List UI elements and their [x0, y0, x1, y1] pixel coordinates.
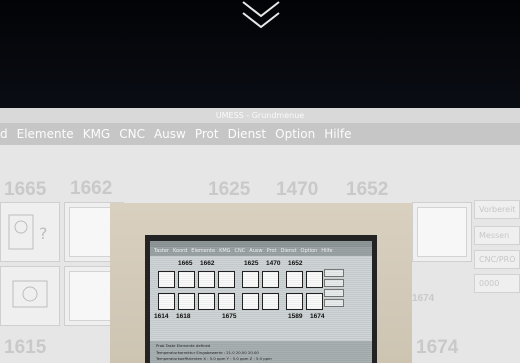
- bg-menu-item[interactable]: Option: [275, 127, 315, 141]
- screen-menu-item[interactable]: Prot: [267, 247, 277, 256]
- element-number: 1674: [412, 293, 435, 304]
- screen-element-number: 1614: [154, 313, 169, 320]
- screen-element-number: 1589: [288, 313, 303, 320]
- screen-menu-item[interactable]: Taster: [154, 247, 169, 256]
- screen-element-tile[interactable]: [262, 271, 279, 288]
- screen-element-number: 1674: [310, 313, 325, 320]
- side-panel: Vorbereit Messen CNC/PRO 0000: [474, 200, 520, 360]
- bg-menu-item[interactable]: Hilfe: [324, 127, 351, 141]
- screen-menu-item[interactable]: Elemente: [191, 247, 215, 256]
- screen-element-tile[interactable]: [286, 293, 303, 310]
- screen-menu-item[interactable]: Dienst: [280, 247, 296, 256]
- element-tile[interactable]: [0, 266, 60, 326]
- screen-side-panel: [324, 269, 344, 309]
- dark-header-area: [0, 0, 520, 108]
- side-field[interactable]: CNC/PRO: [474, 250, 520, 269]
- screen-element-tile[interactable]: [218, 293, 235, 310]
- screen-element-tile[interactable]: [286, 271, 303, 288]
- bg-menu-item[interactable]: CNC: [119, 127, 145, 141]
- status-line: Prob Taste Elemente defined: [156, 343, 211, 348]
- screen-element-number: 1662: [200, 260, 215, 267]
- screen-side-field[interactable]: [324, 279, 344, 287]
- screen-element-tile[interactable]: [198, 271, 215, 288]
- status-line: Temperaturkorrektur Eingabewerte : 21.0 …: [156, 350, 259, 355]
- crt-monitor: Taster Koord Elemente KMG CNC Ausw Prot …: [110, 203, 412, 363]
- screen-menu-bar: Taster Koord Elemente KMG CNC Ausw Prot …: [150, 247, 372, 256]
- screen-element-tile[interactable]: [178, 293, 195, 310]
- screen-side-field[interactable]: [324, 269, 344, 277]
- screen-element-tile[interactable]: [198, 293, 215, 310]
- element-number: 1652: [346, 179, 389, 200]
- screen-element-number: 1618: [176, 313, 191, 320]
- element-number: 1615: [4, 337, 47, 358]
- screen-element-number: 1625: [244, 260, 259, 267]
- screen-element-number: 1652: [288, 260, 303, 267]
- element-number: 1674: [416, 337, 459, 358]
- screen-element-tile[interactable]: [178, 271, 195, 288]
- screen-element-tile[interactable]: [242, 271, 259, 288]
- bg-menu-item[interactable]: Dienst: [228, 127, 267, 141]
- element-tile[interactable]: ?: [0, 202, 60, 262]
- element-number: 1662: [70, 178, 113, 199]
- bg-menu-item[interactable]: KMG: [83, 127, 111, 141]
- screen-menu-item[interactable]: CNC: [235, 247, 246, 256]
- screen-element-number: 1675: [222, 313, 237, 320]
- screen-element-number: 1470: [266, 260, 281, 267]
- monitor-screen: Taster Koord Elemente KMG CNC Ausw Prot …: [150, 241, 372, 363]
- screen-menu-item[interactable]: Ausw: [249, 247, 262, 256]
- screen-element-tile[interactable]: [218, 271, 235, 288]
- side-field[interactable]: Vorbereit: [474, 200, 520, 219]
- element-number: 1665: [4, 179, 47, 200]
- bg-menu-item[interactable]: Elemente: [17, 127, 74, 141]
- screen-element-number: 1665: [178, 260, 193, 267]
- element-tile[interactable]: [412, 202, 472, 262]
- screen-side-field[interactable]: [324, 299, 344, 307]
- screen-element-tile[interactable]: [242, 293, 259, 310]
- svg-text:?: ?: [39, 224, 48, 243]
- monitor-bezel: Taster Koord Elemente KMG CNC Ausw Prot …: [145, 235, 377, 363]
- screen-menu-item[interactable]: Option: [301, 247, 318, 256]
- screen-menu-item[interactable]: Hilfe: [321, 247, 332, 256]
- element-number: 1470: [276, 179, 319, 200]
- status-line: Temperaturkoeffizienten X : 5.0 ppm Y : …: [156, 356, 272, 361]
- screen-element-tile[interactable]: [306, 293, 323, 310]
- screen-element-tile[interactable]: [158, 293, 175, 310]
- bg-menu-item[interactable]: Prot: [195, 127, 219, 141]
- screen-element-tile[interactable]: [158, 271, 175, 288]
- screen-status-area: Prob Taste Elemente defined Temperaturko…: [150, 341, 372, 363]
- background-menu-bar: d Elemente KMG CNC Ausw Prot Dienst Opti…: [0, 123, 520, 145]
- element-number: 1625: [208, 179, 251, 200]
- smiley-document-icon: ?: [8, 214, 48, 250]
- screen-side-field[interactable]: [324, 289, 344, 297]
- side-field[interactable]: Messen: [474, 226, 520, 245]
- bg-menu-item[interactable]: Ausw: [154, 127, 186, 141]
- screen-element-tile[interactable]: [306, 271, 323, 288]
- monitor-smiley-icon: [12, 280, 48, 308]
- background-window-title: UMESS - Grundmenue: [0, 108, 520, 123]
- screen-menu-item[interactable]: KMG: [219, 247, 230, 256]
- screen-menu-item[interactable]: Koord: [173, 247, 187, 256]
- side-field[interactable]: 0000: [474, 274, 520, 293]
- double-chevron-down-icon[interactable]: [241, 0, 281, 32]
- screen-element-tile[interactable]: [262, 293, 279, 310]
- bg-menu-item[interactable]: d: [0, 127, 8, 141]
